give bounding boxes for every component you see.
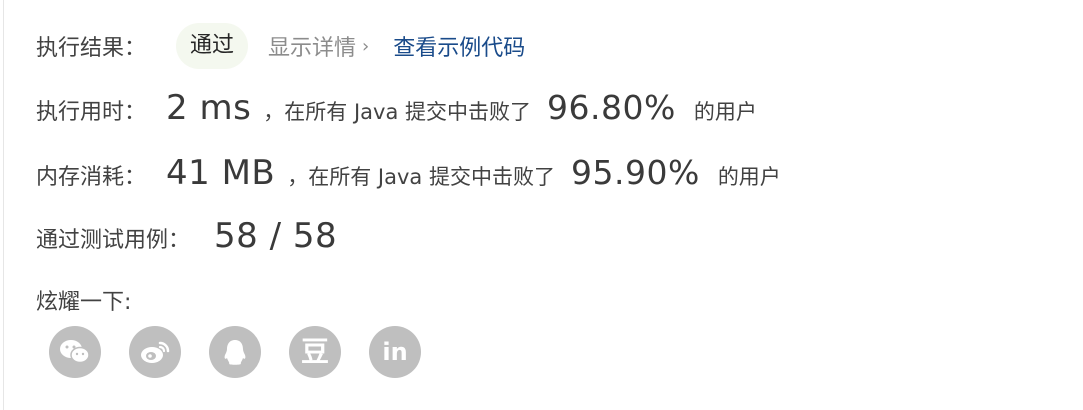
memory-percent: 95.90% — [570, 153, 700, 192]
tests-label: 通过测试用例： — [36, 228, 191, 253]
qq-icon[interactable] — [209, 326, 261, 378]
show-details-link[interactable]: 显示详情 › — [268, 30, 369, 62]
memory-text-before: ，在所有 Java 提交中击败了 — [287, 165, 555, 189]
memory-text-after: 的用户 — [717, 165, 781, 189]
panel-left-border — [3, 0, 4, 410]
runtime-label: 执行用时： — [36, 100, 147, 125]
runtime-value: 2 ms — [166, 88, 252, 128]
memory-label: 内存消耗： — [36, 165, 147, 190]
linkedin-glyph: in — [382, 338, 408, 366]
runtime-row: 执行用时： 2 ms ，在所有 Java 提交中击败了 96.80% 的用户 — [36, 88, 757, 128]
share-row: 炫耀一下: — [36, 284, 131, 316]
result-row: 执行结果： 通过 显示详情 › 查看示例代码 — [36, 22, 525, 70]
chevron-right-icon: › — [362, 35, 370, 57]
runtime-text-before: ，在所有 Java 提交中击败了 — [263, 100, 532, 124]
runtime-text-after: 的用户 — [693, 100, 757, 124]
douban-glyph: 豆 — [300, 335, 329, 368]
linkedin-icon[interactable]: in — [369, 326, 421, 378]
memory-row: 内存消耗： 41 MB ，在所有 Java 提交中击败了 95.90% 的用户 — [36, 153, 781, 193]
douban-icon[interactable]: 豆 — [289, 326, 341, 378]
memory-value: 41 MB — [166, 153, 276, 193]
result-label: 执行结果： — [36, 36, 147, 61]
tests-value: 58 / 58 — [214, 216, 338, 256]
weibo-icon[interactable] — [129, 326, 181, 378]
wechat-icon[interactable] — [49, 326, 101, 378]
show-details-label: 显示详情 — [268, 36, 357, 61]
sample-code-link[interactable]: 查看示例代码 — [393, 30, 525, 62]
runtime-percent: 96.80% — [547, 88, 676, 127]
share-label: 炫耀一下: — [36, 290, 132, 315]
submission-result-panel: 执行结果： 通过 显示详情 › 查看示例代码 执行用时： 2 ms ，在所有 J… — [36, 0, 1056, 410]
status-badge: 通过 — [176, 23, 249, 69]
tests-row: 通过测试用例： 58 / 58 — [36, 216, 337, 256]
share-icons: 豆 in — [49, 326, 421, 378]
